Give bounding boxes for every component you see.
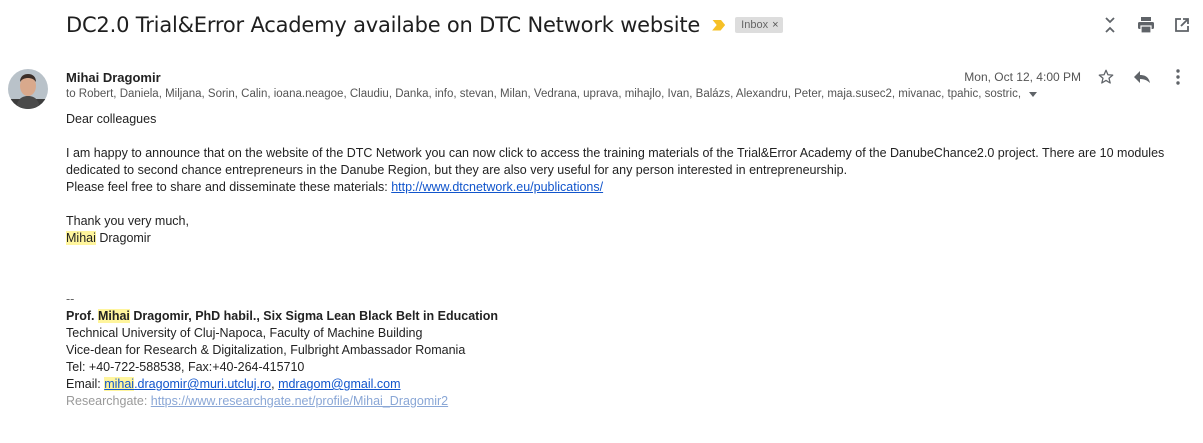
open-in-new-window-icon[interactable] [1167, 12, 1197, 38]
subject-row: DC2.0 Trial&Error Academy availabe on DT… [66, 8, 783, 42]
sig-prefix: Prof. [66, 309, 98, 323]
sender-avatar[interactable] [8, 69, 48, 109]
body-paragraph: I am happy to announce that on the websi… [66, 146, 1165, 177]
message-body: Dear colleagues I am happy to announce t… [66, 111, 1186, 410]
email-highlighted-part: mihai [104, 377, 135, 391]
researchgate-label: Researchgate: [66, 394, 151, 408]
email-subject: DC2.0 Trial&Error Academy availabe on DT… [66, 13, 701, 37]
researchgate-link[interactable]: https://www.researchgate.net/profile/Mih… [151, 394, 448, 408]
remove-label-button[interactable]: × [772, 19, 778, 31]
thread-actions [1089, 12, 1197, 38]
highlighted-first-name: Mihai [66, 231, 96, 245]
message-header: Mihai Dragomir Mon, Oct 12, 4:00 PM [66, 68, 1193, 88]
star-icon[interactable] [1091, 66, 1121, 88]
show-details-dropdown-icon[interactable] [1027, 88, 1039, 100]
recipients-line: to Robert, Daniela, Miljana, Sorin, Cali… [66, 88, 1039, 100]
publications-link[interactable]: http://www.dtcnetwork.eu/publications/ [391, 180, 603, 194]
signature-line-researchgate: Researchgate: https://www.researchgate.n… [66, 393, 1186, 410]
email-label: Email: [66, 377, 105, 391]
share-text: Please feel free to share and disseminat… [66, 180, 392, 194]
importance-marker-icon[interactable] [712, 19, 726, 31]
message-date: Mon, Oct 12, 4:00 PM [964, 70, 1081, 84]
share-line: Please feel free to share and disseminat… [66, 179, 1186, 196]
recipients-list: to Robert, Daniela, Miljana, Sorin, Cali… [66, 88, 1022, 100]
label-chip-inbox[interactable]: Inbox × [735, 17, 783, 33]
closing-thanks: Thank you very much, [66, 214, 189, 228]
signature-line-email: Email: mihai.dragomir@muri.utcluj.ro, md… [66, 376, 1186, 393]
signature-separator: -- [66, 292, 75, 306]
label-chip-text: Inbox [741, 19, 769, 31]
email-link-secondary[interactable]: mdragom@gmail.com [278, 377, 400, 391]
print-icon[interactable] [1131, 12, 1161, 38]
sig-highlighted-name: Mihai [97, 309, 130, 323]
more-vert-icon[interactable] [1163, 66, 1193, 88]
sign-last-name: Dragomir [95, 231, 151, 245]
closing-signature: Mihai Dragomir [66, 230, 1186, 247]
signature-title: Prof. Mihai Dragomir, PhD habil., Six Si… [66, 308, 1186, 325]
reply-icon[interactable] [1127, 66, 1157, 88]
message-actions [1085, 66, 1193, 88]
sig-title-rest: Dragomir, PhD habil., Six Sigma Lean Bla… [129, 309, 499, 323]
signature-line-university: Technical University of Cluj-Napoca, Fac… [66, 326, 423, 340]
email-rest: .dragomir@muri.utcluj.ro [134, 377, 272, 391]
signature-line-role: Vice-dean for Research & Digitalization,… [66, 343, 466, 357]
sender-name[interactable]: Mihai Dragomir [66, 70, 161, 85]
greeting: Dear colleagues [66, 112, 157, 126]
email-link-primary[interactable]: mihai.dragomir@muri.utcluj.ro [104, 377, 271, 391]
expand-collapse-icon[interactable] [1095, 12, 1125, 38]
signature-line-phone: Tel: +40-722-588538, Fax:+40-264-415710 [66, 360, 305, 374]
